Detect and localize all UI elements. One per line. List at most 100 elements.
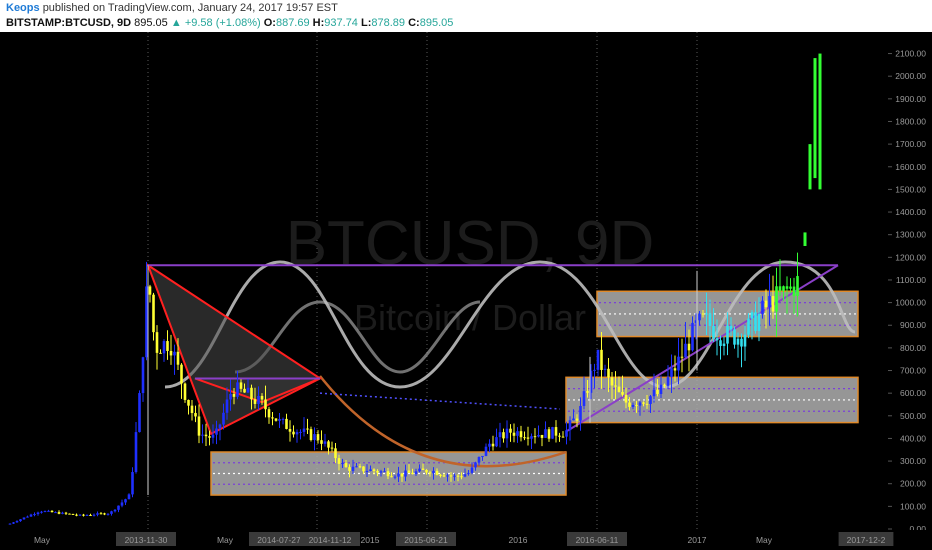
candle-body (565, 430, 568, 437)
candle-body (547, 429, 551, 439)
time-tick-label: 2017 (688, 535, 707, 545)
candle-body (306, 428, 309, 430)
candle-body (453, 475, 456, 477)
candle-body (764, 300, 768, 308)
candle-body (467, 472, 470, 475)
candle-body (260, 395, 264, 400)
candle-body (50, 510, 54, 513)
candle-body (544, 429, 547, 438)
candle-body (684, 343, 687, 358)
time-tick-label: 2015 (361, 535, 380, 545)
time-tick-label: 2017-12-2 (847, 535, 886, 545)
candle-body (134, 432, 138, 473)
ohlc-line: BITSTAMP:BTCUSD, 9D 895.05 ▲ +9.58 (+1.0… (6, 17, 453, 29)
candle-body (271, 417, 274, 419)
candle-body (267, 409, 271, 418)
projection-bar (818, 53, 822, 190)
price-tick-label: 600.00 (900, 388, 926, 398)
candle-body (516, 431, 519, 436)
candle-body (313, 434, 316, 441)
candle-body (166, 341, 169, 351)
candle-body (407, 470, 411, 473)
candle-body (351, 466, 355, 471)
candle-body (680, 356, 684, 358)
price-tick-label: 1900.00 (895, 94, 926, 104)
candle-body (421, 468, 425, 470)
candle-body (505, 428, 509, 439)
candle-body (519, 431, 523, 438)
candle-body (628, 402, 631, 407)
price-change: +9.58 (+1.08%) (184, 17, 261, 29)
candle-body (253, 399, 257, 404)
price-tick-label: 1200.00 (895, 252, 926, 262)
candle-body (617, 386, 621, 392)
candle-body (789, 286, 792, 289)
candle-body (621, 391, 624, 395)
candle-body (180, 364, 183, 384)
candle-body (530, 436, 533, 439)
candle-body (495, 437, 498, 447)
candle-body (110, 511, 113, 514)
candle-body (491, 443, 495, 447)
candle-body (348, 467, 351, 471)
candle-body (740, 338, 743, 347)
candle-body (481, 455, 484, 458)
candle-body (295, 432, 299, 435)
candle-body (379, 471, 383, 473)
candle-body (278, 418, 281, 421)
candle-body (29, 514, 33, 517)
candle-body (796, 276, 799, 296)
candle-body (47, 510, 50, 512)
high-value: 937.74 (324, 17, 358, 29)
candle-body (593, 369, 596, 371)
last-price: 895.05 (134, 17, 168, 29)
time-tick-label: May (34, 535, 51, 545)
price-tick-label: 1600.00 (895, 162, 926, 172)
candle-body (470, 467, 474, 473)
price-tick-label: 700.00 (900, 366, 926, 376)
candle-body (145, 286, 148, 358)
candle-body (649, 396, 652, 404)
close-value: 895.05 (419, 17, 454, 29)
candle-body (435, 470, 439, 475)
candle-body (264, 399, 267, 410)
candle-body (659, 384, 663, 394)
candle-body (197, 416, 201, 436)
candle-body (201, 434, 204, 436)
candle-body (285, 418, 288, 429)
price-tick-label: 1100.00 (896, 275, 926, 285)
candle-body (484, 446, 488, 456)
candle-body (607, 368, 610, 378)
candle-body (778, 286, 782, 291)
candle-body (113, 509, 117, 512)
candle-body (36, 512, 40, 515)
author-link[interactable]: Keops (6, 2, 40, 14)
candle-body (117, 505, 120, 510)
candle-body (232, 393, 236, 397)
candle-body (775, 286, 778, 312)
candle-body (78, 514, 82, 516)
candle-body (558, 435, 561, 437)
candle-body (736, 338, 740, 345)
candle-body (614, 385, 617, 387)
price-chart[interactable]: BTCUSD, 9D Bitcoin / Dollar 0.00100.0020… (0, 32, 932, 550)
candle-body (218, 424, 222, 429)
candle-body (418, 468, 421, 472)
candle-body (288, 428, 292, 432)
candle-body (211, 434, 215, 438)
candle-body (239, 382, 243, 389)
candle-body (355, 466, 358, 468)
candle-body (754, 312, 757, 331)
candle-body (323, 441, 327, 444)
candle-body (99, 513, 103, 515)
price-tick-label: 1700.00 (895, 139, 926, 149)
candle-body (327, 441, 330, 448)
candle-body (642, 402, 645, 404)
candle-body (460, 476, 463, 478)
candle-body (397, 473, 400, 477)
candle-body (215, 428, 218, 435)
candle-body (246, 387, 250, 393)
candle-body (141, 357, 145, 394)
candle-body (68, 513, 71, 515)
candle-body (204, 434, 208, 437)
